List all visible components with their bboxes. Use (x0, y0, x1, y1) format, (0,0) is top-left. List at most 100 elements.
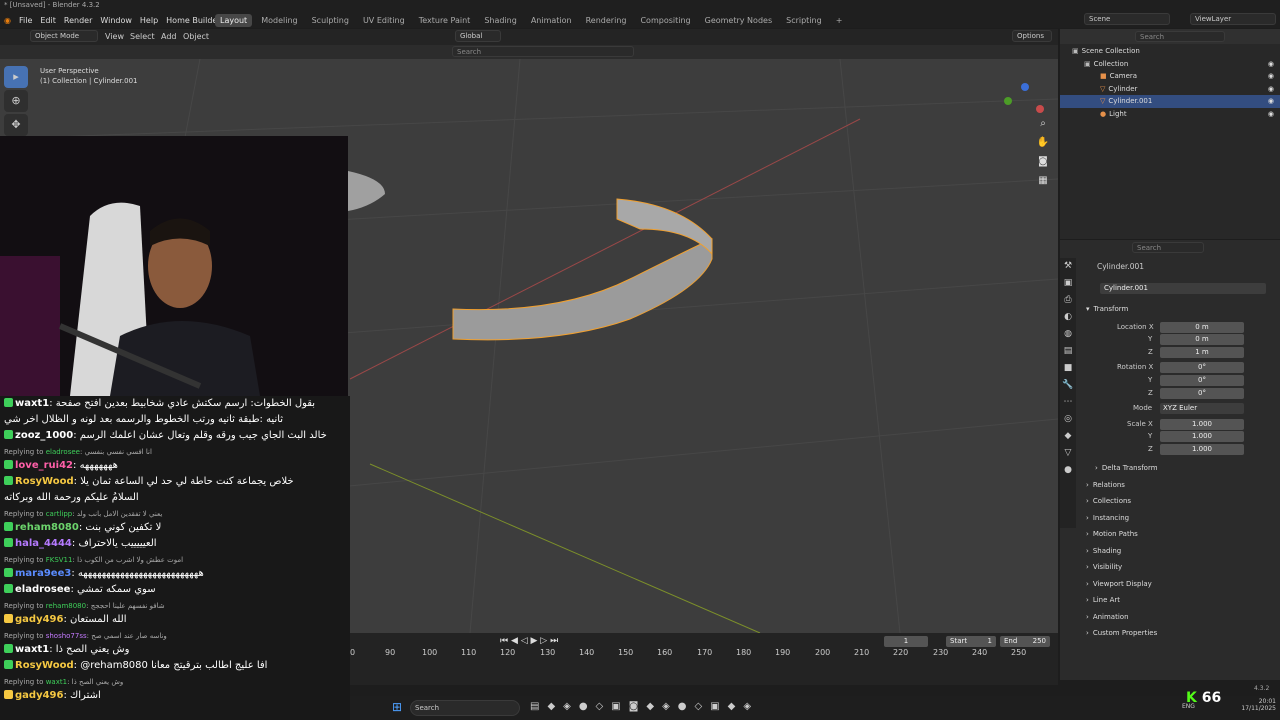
frame-ruler[interactable]: 0 90 100 110 120 130 140 150 160 170 180… (350, 648, 1058, 662)
menu-help[interactable]: Help (140, 16, 158, 25)
cylinder-object[interactable] (348, 171, 385, 211)
properties-search-input[interactable]: Search (1132, 242, 1204, 253)
gizmo-x-axis[interactable] (1036, 105, 1044, 113)
menu-object[interactable]: Object (183, 32, 209, 41)
tab-compositing[interactable]: Compositing (635, 14, 695, 27)
asset-search-input[interactable]: Search (452, 46, 634, 57)
scale-y-field[interactable]: 1.000 (1160, 431, 1244, 442)
select-tool-icon[interactable]: ▸ (4, 66, 28, 88)
camera-view-icon[interactable]: ◙ (1036, 156, 1050, 170)
section-motion-paths[interactable]: › Motion Paths (1086, 527, 1272, 541)
rotation-y-field[interactable]: 0° (1160, 375, 1244, 386)
outliner-search-input[interactable]: Search (1135, 31, 1225, 42)
tab-texture-paint[interactable]: Texture Paint (414, 14, 476, 27)
tab-geometry-nodes[interactable]: Geometry Nodes (700, 14, 777, 27)
chat-text: الله المستعان (70, 614, 127, 625)
viewer-count: 66 (1201, 690, 1222, 706)
scale-x-field[interactable]: 1.000 (1160, 419, 1244, 430)
visibility-eye-icon[interactable]: ◉ (1268, 85, 1274, 93)
menu-select[interactable]: Select (130, 32, 155, 41)
tab-uv-editing[interactable]: UV Editing (358, 14, 410, 27)
cylinder-001-arc[interactable] (452, 238, 713, 341)
tab-layout[interactable]: Layout (215, 13, 253, 27)
menu-home-builder[interactable]: Home Builder (166, 16, 220, 25)
outliner-item-cylinder[interactable]: ▽ Cylinder ◉ (1060, 83, 1280, 96)
menu-view[interactable]: View (105, 32, 124, 41)
view-layer-selector[interactable]: ViewLayer (1190, 13, 1276, 25)
outliner-item-light[interactable]: ● Light ◉ (1060, 108, 1280, 121)
section-viewport-display[interactable]: › Viewport Display (1086, 577, 1272, 591)
section-shading[interactable]: › Shading (1086, 544, 1272, 558)
section-instancing[interactable]: › Instancing (1086, 511, 1272, 525)
reply-text: شافو نفسهم علينا احججج (90, 602, 165, 610)
tab-sculpting[interactable]: Sculpting (307, 14, 354, 27)
orientation-selector[interactable]: Global (455, 30, 501, 42)
cursor-tool-icon[interactable]: ⊕ (4, 90, 28, 112)
section-animation[interactable]: › Animation (1086, 610, 1272, 624)
location-z-field[interactable]: 1 m (1160, 347, 1244, 358)
chat-reply: Replying to waxt1: وش يعني الصح ذا (4, 678, 124, 686)
scale-z-field[interactable]: 1.000 (1160, 444, 1244, 455)
tab-rendering[interactable]: Rendering (581, 14, 632, 27)
frame-tick: 170 (697, 648, 713, 657)
menu-file[interactable]: File (19, 16, 32, 25)
location-y-field[interactable]: 0 m (1160, 334, 1244, 345)
location-x-field[interactable]: 0 m (1160, 322, 1244, 333)
menu-render[interactable]: Render (64, 16, 92, 25)
outliner-item-cylinder-001[interactable]: ▽ Cylinder.001 ◉ (1060, 95, 1280, 108)
section-visibility[interactable]: › Visibility (1086, 560, 1272, 574)
section-relations[interactable]: › Relations (1086, 478, 1272, 492)
outliner-item-collection[interactable]: ▣ Collection ◉ (1060, 58, 1280, 71)
pan-hand-icon[interactable]: ✋ (1036, 137, 1050, 151)
menu-add[interactable]: Add (161, 32, 177, 41)
scene-selector[interactable]: Scene (1084, 13, 1170, 25)
rotation-z-field[interactable]: 0° (1160, 388, 1244, 399)
visibility-eye-icon[interactable]: ◉ (1268, 97, 1274, 105)
delta-transform-header[interactable]: › Delta Transform (1095, 461, 1280, 475)
start-frame-field[interactable]: Start 1 (946, 636, 996, 647)
zoom-icon[interactable]: ⌕ (1036, 118, 1050, 132)
blender-logo-icon[interactable]: ◉ (4, 16, 11, 25)
visibility-eye-icon[interactable]: ◉ (1268, 72, 1274, 80)
properties-tab-icons[interactable]: ⚒ ▣ ⎙ ◐ ◍ ▤ ■ 🔧 ⋯ ◎ ◆ ▽ ● (1060, 258, 1076, 479)
mode-selector[interactable]: Object Mode (30, 30, 98, 42)
rotation-mode-select[interactable]: XYZ Euler (1160, 403, 1244, 414)
visibility-eye-icon[interactable]: ◉ (1268, 60, 1274, 68)
clock[interactable]: 20:01 17/11/2025 (1228, 698, 1276, 712)
visibility-eye-icon[interactable]: ◉ (1268, 110, 1274, 118)
tab-animation[interactable]: Animation (526, 14, 577, 27)
menu-window[interactable]: Window (100, 16, 132, 25)
tab-modeling[interactable]: Modeling (256, 14, 302, 27)
windows-start-icon[interactable]: ⊞ (392, 700, 402, 714)
gizmo-z-axis[interactable] (1021, 83, 1029, 91)
section-collections[interactable]: › Collections (1086, 494, 1272, 508)
viewport-info: User Perspective (1) Collection | Cylind… (40, 66, 138, 86)
add-workspace-icon[interactable]: + (831, 14, 848, 27)
transform-panel-header[interactable]: ▾ Transform (1086, 302, 1272, 316)
rotation-x-field[interactable]: 0° (1160, 362, 1244, 373)
tab-scripting[interactable]: Scripting (781, 14, 827, 27)
section-line-art[interactable]: › Line Art (1086, 593, 1272, 607)
object-name-field[interactable]: Cylinder.001 (1100, 283, 1266, 294)
end-frame-field[interactable]: End 250 (1000, 636, 1050, 647)
taskbar-search[interactable]: Search (410, 700, 520, 716)
rotation-y-label: Y (1148, 376, 1153, 384)
playback-controls[interactable]: ⏮ ◀ ◁ ▶ ▷ ⏭ (500, 636, 558, 646)
frame-tick: 100 (422, 648, 438, 657)
grid-view-icon[interactable]: ▦ (1036, 175, 1050, 189)
outliner-item-camera[interactable]: ■ Camera ◉ (1060, 70, 1280, 83)
outliner-scene-collection[interactable]: ▣ Scene Collection (1060, 45, 1280, 58)
gizmo-y-axis[interactable] (1004, 97, 1012, 105)
tab-shading[interactable]: Shading (479, 14, 522, 27)
move-tool-icon[interactable]: ✥ (4, 114, 28, 136)
chat-message: waxt1: بقول الخطوات: ارسم سكتش عادي شخاب… (4, 398, 344, 409)
section-custom-properties[interactable]: › Custom Properties (1086, 626, 1272, 640)
chat-message: gady496: اشتراك (4, 690, 344, 701)
menu-edit[interactable]: Edit (40, 16, 56, 25)
navigation-controls: ⌕ ✋ ◙ ▦ (1036, 118, 1052, 194)
chat-message: gady496: الله المستعان (4, 614, 344, 625)
chevron-right-icon: › (1086, 613, 1089, 621)
current-frame-field[interactable]: 1 (884, 636, 928, 647)
options-button[interactable]: Options (1012, 30, 1052, 42)
taskbar-app-icons[interactable]: ▤◆◈●◇▣◙◆◈●◇▣◆◈ (530, 701, 759, 712)
